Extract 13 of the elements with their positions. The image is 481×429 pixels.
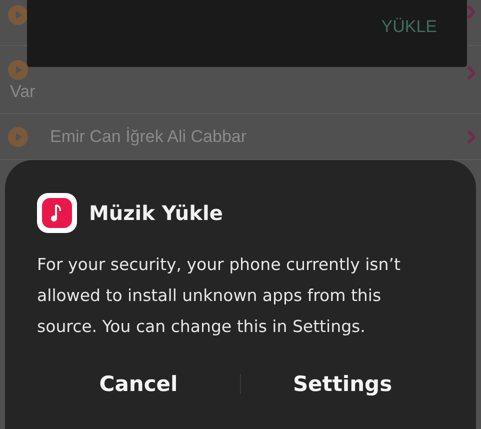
chevron-icon[interactable] — [467, 130, 475, 144]
dialog-button[interactable]: Settings — [241, 366, 444, 402]
play-icon[interactable] — [8, 60, 28, 80]
dialog-title: Müzik Yükle — [89, 201, 223, 225]
play-icon[interactable] — [8, 126, 28, 146]
song-title: Var — [10, 82, 36, 102]
music-note-icon — [37, 193, 77, 233]
play-icon[interactable] — [8, 5, 28, 25]
chevron-icon[interactable] — [467, 66, 475, 80]
dialog-button[interactable]: Cancel — [37, 366, 240, 402]
dialog-message: For your security, your phone currently isn’t allowed to install unknown apps from this source. You can change this in Settings. — [37, 254, 402, 338]
chevron-icon[interactable] — [467, 5, 475, 19]
song-title: Emir Can İğrek Ali Cabbar — [50, 126, 247, 146]
